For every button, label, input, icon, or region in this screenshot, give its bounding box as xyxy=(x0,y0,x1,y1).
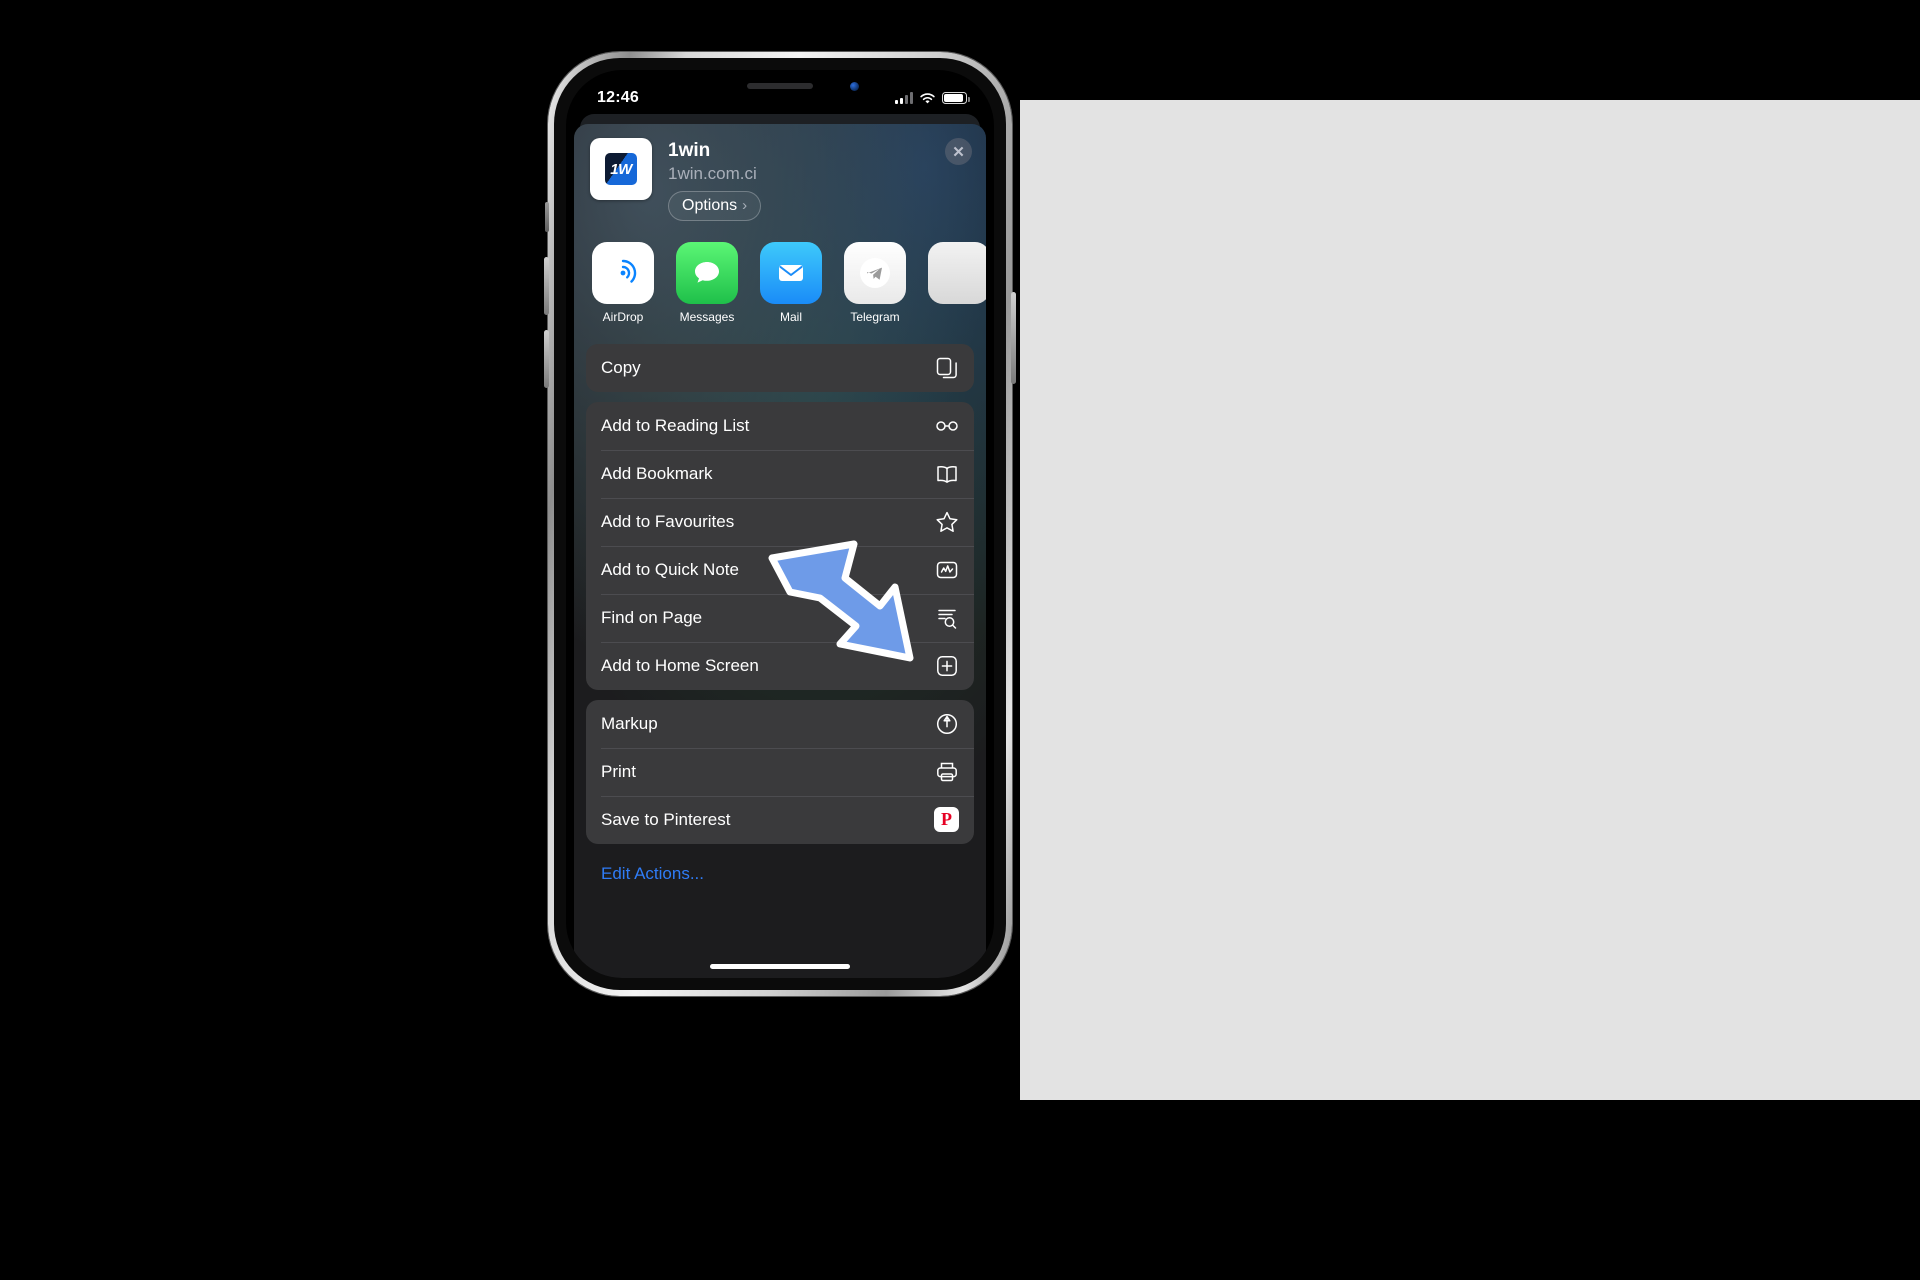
close-button[interactable]: ✕ xyxy=(945,138,972,165)
wifi-icon xyxy=(920,92,935,103)
apps-row-fade xyxy=(952,242,986,338)
messages-icon xyxy=(676,242,738,304)
site-favicon: 1W xyxy=(590,138,652,200)
telegram-icon xyxy=(844,242,906,304)
share-title: 1win xyxy=(668,140,711,161)
share-target-label: Telegram xyxy=(850,310,900,324)
markup-icon xyxy=(934,711,960,737)
action-label: Add Bookmark xyxy=(601,464,713,483)
share-target-airdrop[interactable]: AirDrop xyxy=(592,242,654,324)
volume-up-button[interactable] xyxy=(544,257,549,315)
onewin-logo-icon: 1W xyxy=(605,153,637,185)
printer-icon xyxy=(934,759,960,785)
share-target-info: 1win 1win.com.ci Options › xyxy=(668,138,762,242)
action-row-save-to-pinterest[interactable]: Save to Pinterest P xyxy=(586,796,974,844)
pinterest-glyph: P xyxy=(934,807,959,832)
status-indicators xyxy=(895,92,970,105)
iphone-device-frame: 12:46 1W 1win 1win.com.ci Options › ✕ Ai… xyxy=(544,52,1016,996)
action-label: Add to Reading List xyxy=(601,416,750,435)
share-target-label: Messages xyxy=(679,310,735,324)
action-group-copy: Copy xyxy=(586,344,974,392)
power-button[interactable] xyxy=(1011,292,1016,384)
home-indicator[interactable] xyxy=(710,964,850,969)
share-targets-row[interactable]: AirDrop Messages Mail Telegram xyxy=(574,242,986,338)
star-icon xyxy=(934,509,960,535)
action-label: Add to Home Screen xyxy=(601,656,759,675)
action-label: Markup xyxy=(601,714,658,733)
messages-glyph xyxy=(695,262,719,283)
mail-glyph xyxy=(779,265,803,281)
pinterest-icon: P xyxy=(934,807,960,833)
share-target-telegram[interactable]: Telegram xyxy=(844,242,906,324)
glasses-icon xyxy=(934,413,960,439)
action-label: Find on Page xyxy=(601,608,703,627)
device-bezel: 12:46 1W 1win 1win.com.ci Options › ✕ Ai… xyxy=(554,58,1006,990)
action-label: Copy xyxy=(601,358,641,377)
share-target-label: AirDrop xyxy=(602,310,644,324)
action-row-copy[interactable]: Copy xyxy=(586,344,974,392)
status-bar: 12:46 xyxy=(566,70,994,116)
action-label: Save to Pinterest xyxy=(601,810,731,829)
chevron-right-icon: › xyxy=(742,197,748,215)
action-label: Add to Favourites xyxy=(601,512,735,531)
status-time: 12:46 xyxy=(597,89,639,106)
options-label: Options xyxy=(682,196,738,214)
telegram-glyph xyxy=(860,258,890,288)
screenshot-root: 12:46 1W 1win 1win.com.ci Options › ✕ Ai… xyxy=(0,0,1920,1280)
action-row-add-bookmark[interactable]: Add Bookmark xyxy=(586,450,974,498)
options-button[interactable]: Options › xyxy=(668,190,762,221)
share-target-messages[interactable]: Messages xyxy=(676,242,738,324)
right-blank-panel xyxy=(1020,100,1920,1100)
airdrop-icon xyxy=(592,242,654,304)
action-row-markup[interactable]: Markup xyxy=(586,700,974,748)
blue-pointer-arrow xyxy=(768,540,914,662)
action-group-extensions: Markup Print Save to Pinterest P xyxy=(586,700,974,844)
volume-down-button[interactable] xyxy=(544,330,549,388)
cellular-signal-icon xyxy=(895,92,913,104)
airdrop-glyph xyxy=(620,259,637,283)
silent-switch[interactable] xyxy=(545,202,549,232)
edit-actions-button[interactable]: Edit Actions... xyxy=(586,854,974,884)
share-sheet-header: 1W 1win 1win.com.ci Options › ✕ xyxy=(574,124,986,242)
battery-icon xyxy=(942,92,970,104)
mail-icon xyxy=(760,242,822,304)
share-url: 1win.com.ci xyxy=(668,163,757,183)
share-target-label: Mail xyxy=(779,310,802,324)
device-screen: 12:46 1W 1win 1win.com.ci Options › ✕ Ai… xyxy=(566,70,994,978)
action-row-add-to-reading-list[interactable]: Add to Reading List xyxy=(586,402,974,450)
action-label: Add to Quick Note xyxy=(601,560,739,579)
action-label: Print xyxy=(601,762,636,781)
copy-icon xyxy=(934,355,960,381)
share-target-mail[interactable]: Mail xyxy=(760,242,822,324)
action-row-print[interactable]: Print xyxy=(586,748,974,796)
book-icon xyxy=(934,461,960,487)
action-row-add-to-favourites[interactable]: Add to Favourites xyxy=(586,498,974,546)
